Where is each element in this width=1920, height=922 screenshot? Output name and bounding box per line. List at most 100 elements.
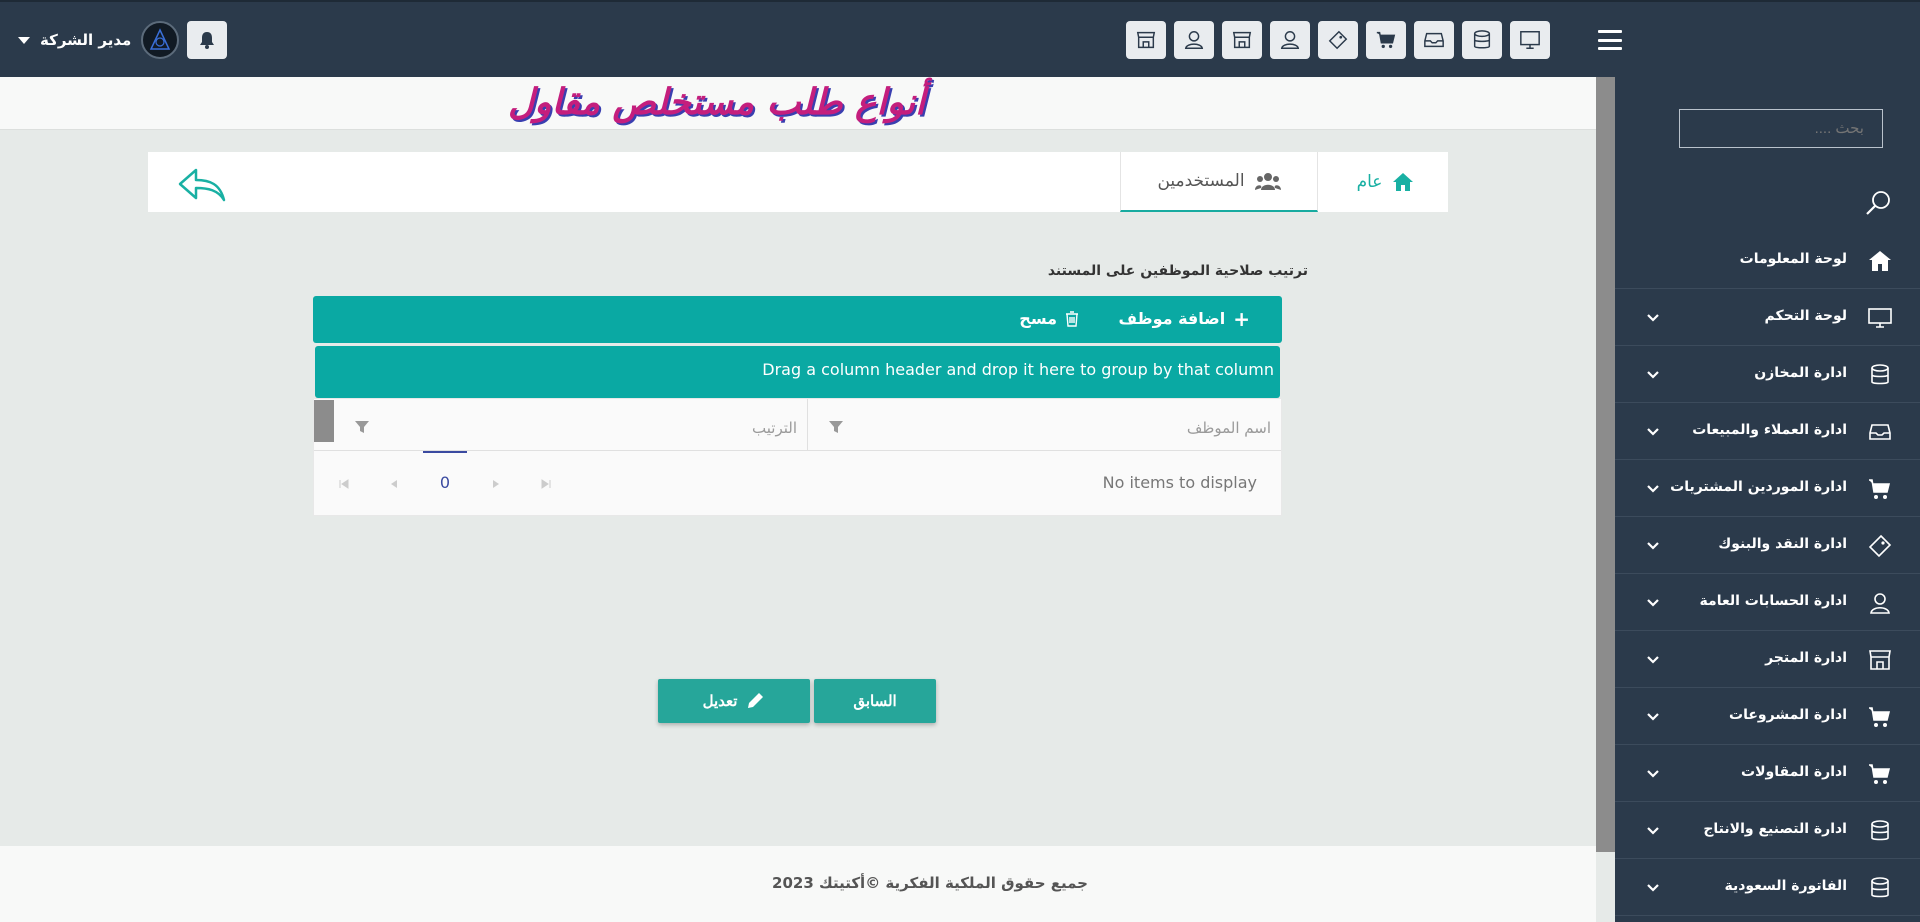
trash-icon <box>1066 310 1078 327</box>
chevron-down-icon[interactable] <box>1647 598 1659 608</box>
chevron-down-icon[interactable] <box>1647 769 1659 779</box>
tab-users[interactable]: المستخدمين <box>1120 152 1318 212</box>
column-header-order[interactable]: الترتيب <box>334 399 808 451</box>
employees-grid: الترتيب اسم الموظف 0 No items to display <box>313 398 1282 516</box>
sidebar-item-0[interactable]: لوحة المعلومات <box>1615 232 1920 289</box>
chevron-down-icon[interactable] <box>1647 712 1659 722</box>
prev-page-icon[interactable] <box>388 478 400 490</box>
chevron-down-icon[interactable] <box>1647 484 1659 494</box>
sidebar-item-11[interactable]: الفاتورة السعودية <box>1615 859 1920 916</box>
sidebar-item-4[interactable]: ادارة الموردين المشتريات <box>1615 460 1920 517</box>
menu-toggle-icon[interactable] <box>1598 30 1622 50</box>
store-icon <box>1869 650 1891 670</box>
inbox-icon <box>1869 424 1891 440</box>
quick-cart-button[interactable] <box>1366 21 1406 59</box>
back-arrow-icon[interactable] <box>178 166 226 202</box>
delete-button[interactable]: مسح <box>1019 309 1079 328</box>
group-drop-panel[interactable]: Drag a column header and drop it here to… <box>315 346 1280 398</box>
sidebar-item-label: ادارة التصنيع والانتاج <box>1703 821 1847 837</box>
monitor-icon <box>1520 31 1540 49</box>
quick-ticket-button[interactable] <box>1318 21 1358 59</box>
previous-button[interactable]: السابق <box>814 679 936 723</box>
user-menu-caret-icon[interactable] <box>18 36 30 44</box>
quick-monitor-button[interactable] <box>1510 21 1550 59</box>
filter-icon[interactable] <box>354 419 370 435</box>
sidebar-item-8[interactable]: ادارة المشروعات <box>1615 688 1920 745</box>
chevron-down-icon[interactable] <box>1647 370 1659 380</box>
home-icon <box>1393 173 1414 191</box>
sidebar-item-7[interactable]: ادارة المتجر <box>1615 631 1920 688</box>
page-scrollbar[interactable] <box>1596 77 1615 852</box>
store-icon <box>1136 31 1156 49</box>
sidebar-item-label: الفاتورة السعودية <box>1724 878 1847 894</box>
inbox-icon <box>1424 32 1444 48</box>
sidebar-item-10[interactable]: ادارة التصنيع والانتاج <box>1615 802 1920 859</box>
chevron-down-icon[interactable] <box>1647 883 1659 893</box>
page-header: أنواع طلب مستخلص مقاول <box>0 77 1596 130</box>
sidebar-menu: لوحة المعلومات لوحة التحكم ادارة المخازن اد… <box>1615 232 1920 916</box>
grid-header-gutter <box>314 400 334 442</box>
grid-pager: 0 No items to display <box>314 451 1281 515</box>
last-page-icon[interactable] <box>540 478 552 490</box>
next-page-icon[interactable] <box>490 478 502 490</box>
edit-button[interactable]: تعديل <box>658 679 810 723</box>
sidebar-item-2[interactable]: ادارة المخازن <box>1615 346 1920 403</box>
column-header-order-label: الترتيب <box>752 419 797 437</box>
notifications-button[interactable] <box>187 21 228 59</box>
sidebar-item-label: ادارة الحسابات العامة <box>1699 593 1847 609</box>
cart-icon <box>1869 479 1891 499</box>
delete-label: مسح <box>1019 309 1057 328</box>
filter-icon[interactable] <box>828 419 844 435</box>
first-page-icon[interactable] <box>338 478 350 490</box>
quick-database-button[interactable] <box>1462 21 1502 59</box>
edit-label: تعديل <box>702 693 738 710</box>
search-icon[interactable] <box>1864 189 1892 217</box>
avatar[interactable] <box>141 21 180 59</box>
page-title: أنواع طلب مستخلص مقاول <box>508 81 926 123</box>
sidebar-item-9[interactable]: ادارة المقاولات <box>1615 745 1920 802</box>
sidebar-item-3[interactable]: ادارة العملاء والمبيعات <box>1615 403 1920 460</box>
quick-inbox-button[interactable] <box>1414 21 1454 59</box>
user-area: مدير الشركة <box>18 21 228 59</box>
quick-user-button[interactable] <box>1270 21 1310 59</box>
sidebar-item-1[interactable]: لوحة التحكم <box>1615 289 1920 346</box>
current-page[interactable]: 0 <box>423 451 467 515</box>
add-employee-button[interactable]: + اضافة موظف <box>1118 306 1250 331</box>
store-icon <box>1232 31 1252 49</box>
cart-icon <box>1869 707 1891 727</box>
tab-general[interactable]: عام <box>1323 152 1448 212</box>
tab-users-label: المستخدمين <box>1157 171 1245 191</box>
chevron-down-icon[interactable] <box>1647 655 1659 665</box>
sidebar-item-6[interactable]: ادارة الحسابات العامة <box>1615 574 1920 631</box>
chevron-down-icon[interactable] <box>1647 313 1659 323</box>
database-icon <box>1871 877 1889 898</box>
chevron-down-icon[interactable] <box>1647 541 1659 551</box>
cart-icon <box>1376 31 1396 49</box>
sidebar-item-label: لوحة التحكم <box>1764 308 1847 324</box>
quick-store-button[interactable] <box>1126 21 1166 59</box>
section-title: ترتيب صلاحية الموظفين على المستند <box>1047 263 1308 279</box>
cart-icon <box>1869 764 1891 784</box>
sidebar-item-label: ادارة الموردين المشتريات <box>1670 479 1847 495</box>
chevron-down-icon[interactable] <box>1647 427 1659 437</box>
footer-copyright: جميع حقوق الملكية الفكرية ©أكتيتك 2023 <box>772 874 1088 892</box>
column-header-employee-name[interactable]: اسم الموظف <box>808 399 1281 451</box>
empty-message: No items to display <box>1102 473 1257 492</box>
quick-user-button[interactable] <box>1174 21 1214 59</box>
ticket-icon <box>1328 30 1348 50</box>
quick-store-button[interactable] <box>1222 21 1262 59</box>
user-icon <box>1280 31 1300 49</box>
chevron-down-icon[interactable] <box>1647 826 1659 836</box>
grid-header: الترتيب اسم الموظف <box>314 399 1281 451</box>
sidebar-item-label: ادارة المتجر <box>1765 650 1847 666</box>
sidebar-item-label: ادارة المقاولات <box>1741 764 1847 780</box>
sidebar-item-5[interactable]: ادارة النقد والبنوك <box>1615 517 1920 574</box>
sidebar-search-input[interactable] <box>1679 109 1883 148</box>
tab-general-label: عام <box>1356 172 1383 192</box>
top-navbar: مدير الشركة <box>0 0 1920 77</box>
ticket-icon <box>1868 534 1892 558</box>
plus-icon: + <box>1233 306 1250 331</box>
users-icon <box>1254 173 1281 190</box>
user-name[interactable]: مدير الشركة <box>40 31 131 49</box>
tabs-bar: المستخدمين عام <box>148 152 1448 212</box>
